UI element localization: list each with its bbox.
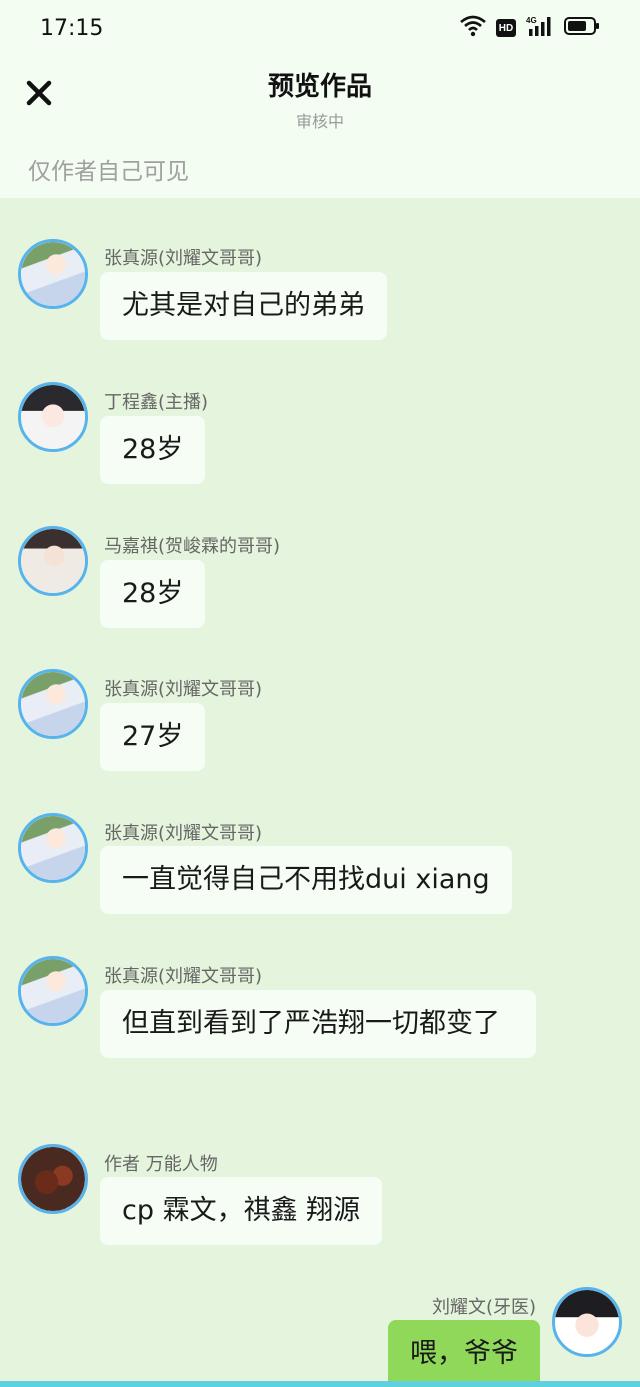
visibility-note: 仅作者自己可见: [28, 159, 189, 185]
message-bubble[interactable]: 尤其是对自己的弟弟: [100, 272, 387, 340]
status-time: 17:15: [40, 16, 104, 41]
message-bubble[interactable]: 喂，爷爷: [388, 1320, 540, 1387]
avatar[interactable]: [18, 813, 88, 883]
avatar[interactable]: [18, 239, 88, 309]
sender-name: 张真源(刘耀文哥哥): [104, 248, 263, 269]
signal-4g-icon: 4G: [526, 15, 554, 41]
sender-name: 张真源(刘耀文哥哥): [104, 966, 263, 987]
status-icons: HD 4G: [460, 14, 600, 42]
avatar[interactable]: [552, 1287, 622, 1357]
svg-text:4G: 4G: [526, 16, 537, 25]
sender-name: 马嘉祺(贺峻霖的哥哥): [104, 536, 281, 557]
sender-name: 张真源(刘耀文哥哥): [104, 823, 263, 844]
message-bubble[interactable]: 一直觉得自己不用找dui xiang: [100, 846, 512, 914]
message-bubble[interactable]: 27岁: [100, 703, 206, 771]
sender-name: 丁程鑫(主播): [104, 392, 209, 413]
sender-name: 张真源(刘耀文哥哥): [104, 679, 263, 700]
message-bubble[interactable]: 28岁: [100, 560, 206, 628]
avatar[interactable]: [18, 1144, 88, 1214]
avatar[interactable]: [18, 526, 88, 596]
hd-icon: HD: [496, 19, 516, 37]
avatar[interactable]: [18, 956, 88, 1026]
page-title: 预览作品: [267, 72, 372, 102]
message-bubble[interactable]: 但直到看到了严浩翔一切都变了: [100, 990, 536, 1058]
review-status: 审核中: [295, 112, 344, 131]
wifi-icon: [460, 15, 486, 41]
avatar[interactable]: [18, 382, 88, 452]
avatar[interactable]: [18, 669, 88, 739]
bottom-indicator: [0, 1381, 640, 1387]
message-bubble[interactable]: 28岁: [100, 416, 206, 484]
sender-name: 刘耀文(牙医): [431, 1297, 536, 1318]
battery-icon: [564, 16, 600, 40]
status-bar: 17:15 HD 4G: [0, 0, 640, 56]
message-bubble[interactable]: cp 霖文，祺鑫 翔源: [100, 1177, 383, 1245]
sender-name: 作者 万能人物: [104, 1154, 218, 1175]
